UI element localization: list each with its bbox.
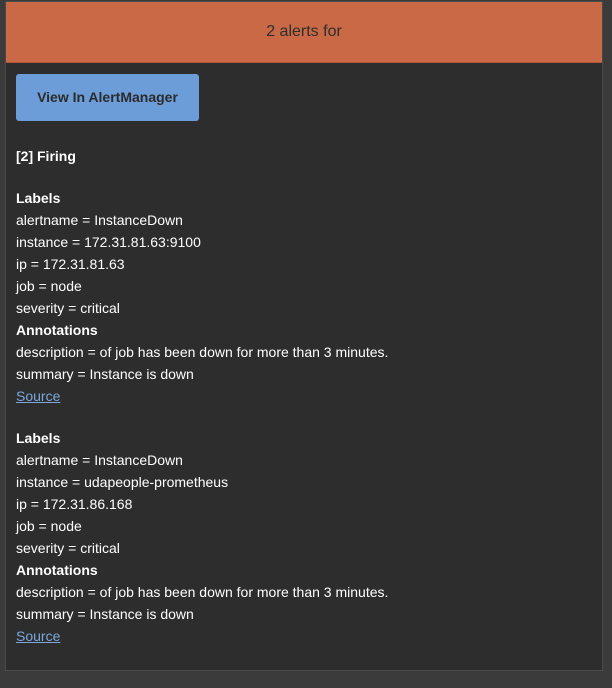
firing-title: [2] Firing xyxy=(16,148,76,164)
alert-header: 2 alerts for xyxy=(6,2,602,63)
label-job: job = node xyxy=(16,518,82,534)
alert-block: Labels alertname = InstanceDown instance… xyxy=(16,427,592,647)
alert-block: Labels alertname = InstanceDown instance… xyxy=(16,187,592,407)
annotation-summary: summary = Instance is down xyxy=(16,606,194,622)
label-severity: severity = critical xyxy=(16,540,120,556)
annotation-summary: summary = Instance is down xyxy=(16,366,194,382)
label-ip: ip = 172.31.86.168 xyxy=(16,496,133,512)
annotation-description: description = of job has been down for m… xyxy=(16,344,389,360)
alert-content: View In AlertManager [2] Firing Labels a… xyxy=(16,74,592,647)
label-severity: severity = critical xyxy=(16,300,120,316)
annotation-description: description = of job has been down for m… xyxy=(16,584,389,600)
labels-heading: Labels xyxy=(16,430,61,446)
source-link[interactable]: Source xyxy=(16,625,60,647)
annotations-heading: Annotations xyxy=(16,562,98,578)
label-alertname: alertname = InstanceDown xyxy=(16,452,183,468)
label-ip: ip = 172.31.81.63 xyxy=(16,256,125,272)
label-alertname: alertname = InstanceDown xyxy=(16,212,183,228)
label-instance: instance = udapeople-prometheus xyxy=(16,474,229,490)
alert-email-card: 2 alerts for View In AlertManager [2] Fi… xyxy=(5,1,603,671)
source-link[interactable]: Source xyxy=(16,385,60,407)
labels-heading: Labels xyxy=(16,190,61,206)
view-in-alertmanager-button[interactable]: View In AlertManager xyxy=(16,74,199,121)
alert-header-title: 2 alerts for xyxy=(266,23,342,40)
annotations-heading: Annotations xyxy=(16,322,98,338)
label-instance: instance = 172.31.81.63:9100 xyxy=(16,234,201,250)
label-job: job = node xyxy=(16,278,82,294)
